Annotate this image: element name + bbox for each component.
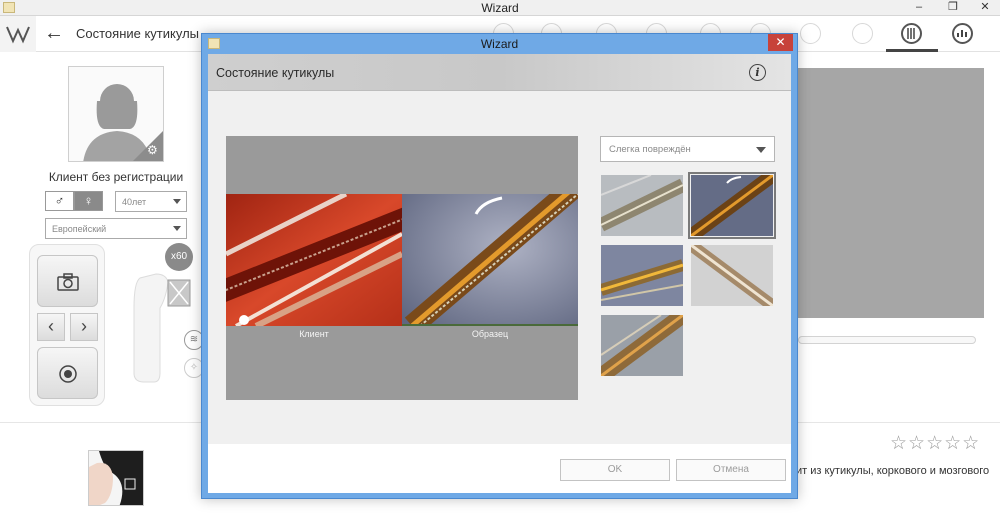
damage-grade-select[interactable]: Слегка повреждён bbox=[600, 136, 775, 162]
dialog-close-button[interactable]: ✕ bbox=[768, 34, 793, 51]
result-slider[interactable] bbox=[798, 336, 976, 344]
dialog-content: Клиент Образец Слегка повреждён bbox=[208, 91, 791, 444]
back-arrow-icon[interactable]: ← bbox=[44, 22, 64, 45]
camera-button[interactable] bbox=[37, 255, 98, 307]
sample-thumbnail-5[interactable] bbox=[601, 315, 683, 376]
active-tab-indicator bbox=[886, 49, 938, 52]
hair-structure-icon[interactable] bbox=[901, 23, 922, 44]
chevron-down-icon bbox=[173, 226, 181, 231]
dialog-title: Wizard bbox=[480, 37, 519, 51]
page-title: Состояние кутикулы bbox=[76, 26, 200, 41]
avatar-gear-icon[interactable]: ⚙ bbox=[147, 143, 158, 157]
dialog-body: Состояние кутикулы i Клиент Образец Слег… bbox=[208, 54, 791, 493]
chevron-right-icon: › bbox=[81, 316, 87, 336]
restore-button[interactable]: ❐ bbox=[942, 0, 964, 15]
app-logo bbox=[0, 16, 36, 52]
main-window-title: Wizard bbox=[481, 1, 519, 15]
ok-button[interactable]: OK bbox=[560, 459, 670, 481]
sample-hair-image bbox=[402, 194, 578, 326]
client-hair-image bbox=[226, 194, 402, 326]
device-control-panel: ‹ › bbox=[29, 244, 105, 406]
rating-stars[interactable]: ☆☆☆☆☆ bbox=[890, 432, 980, 455]
chevron-down-icon bbox=[173, 199, 181, 204]
ethnicity-select[interactable]: Европейский bbox=[45, 218, 187, 239]
chart-icon[interactable] bbox=[952, 23, 973, 44]
client-avatar[interactable]: ⚙ bbox=[68, 66, 164, 162]
cancel-button[interactable]: Отмена bbox=[676, 459, 786, 481]
sample-thumbnail-4[interactable] bbox=[691, 245, 773, 306]
gender-male-button[interactable]: ♂ bbox=[45, 191, 74, 211]
client-name: Клиент без регистрации bbox=[48, 170, 184, 184]
dialog-titlebar: Wizard ✕ bbox=[202, 34, 797, 54]
next-button[interactable]: › bbox=[70, 313, 98, 341]
sample-thumbnail-3[interactable] bbox=[601, 245, 683, 306]
zoom-level-badge: x60 bbox=[165, 243, 193, 271]
record-button[interactable] bbox=[37, 347, 98, 399]
close-icon: ✕ bbox=[775, 35, 786, 49]
description-text: ит из кутикулы, коркового и мозгового bbox=[796, 465, 990, 477]
dialog-footer: OK Отмена bbox=[208, 444, 791, 493]
result-image-panel bbox=[798, 68, 984, 318]
ethnicity-value: Европейский bbox=[52, 224, 107, 234]
prev-button[interactable]: ‹ bbox=[37, 313, 65, 341]
age-value: 40лет bbox=[122, 197, 147, 207]
nav-icon-7[interactable] bbox=[800, 23, 821, 44]
main-titlebar: Wizard – ❐ ✕ bbox=[0, 0, 1000, 16]
age-select[interactable]: 40лет bbox=[115, 191, 187, 212]
client-image-label: Клиент bbox=[299, 329, 329, 339]
hair-zone-thumbnail[interactable] bbox=[88, 450, 144, 506]
dialog-header: Состояние кутикулы i bbox=[208, 54, 791, 91]
chevron-left-icon: ‹ bbox=[48, 316, 54, 336]
sample-image-label: Образец bbox=[471, 329, 509, 339]
main-close-button[interactable]: ✕ bbox=[974, 0, 996, 15]
damage-grade-value: Слегка повреждён bbox=[609, 144, 691, 155]
dialog-header-title: Состояние кутикулы bbox=[216, 66, 335, 80]
comparison-panel: Клиент Образец bbox=[226, 136, 578, 400]
chevron-down-icon bbox=[756, 147, 766, 153]
info-icon[interactable]: i bbox=[749, 64, 766, 81]
wizard-dialog: Wizard ✕ Состояние кутикулы i Клиент Обр… bbox=[201, 33, 798, 499]
nav-icon-8[interactable] bbox=[852, 23, 873, 44]
gender-female-button[interactable]: ♀ bbox=[74, 191, 103, 211]
minimize-button[interactable]: – bbox=[908, 0, 930, 15]
sample-thumbnail-1[interactable] bbox=[601, 175, 683, 236]
sample-thumbnail-2[interactable] bbox=[688, 172, 776, 239]
